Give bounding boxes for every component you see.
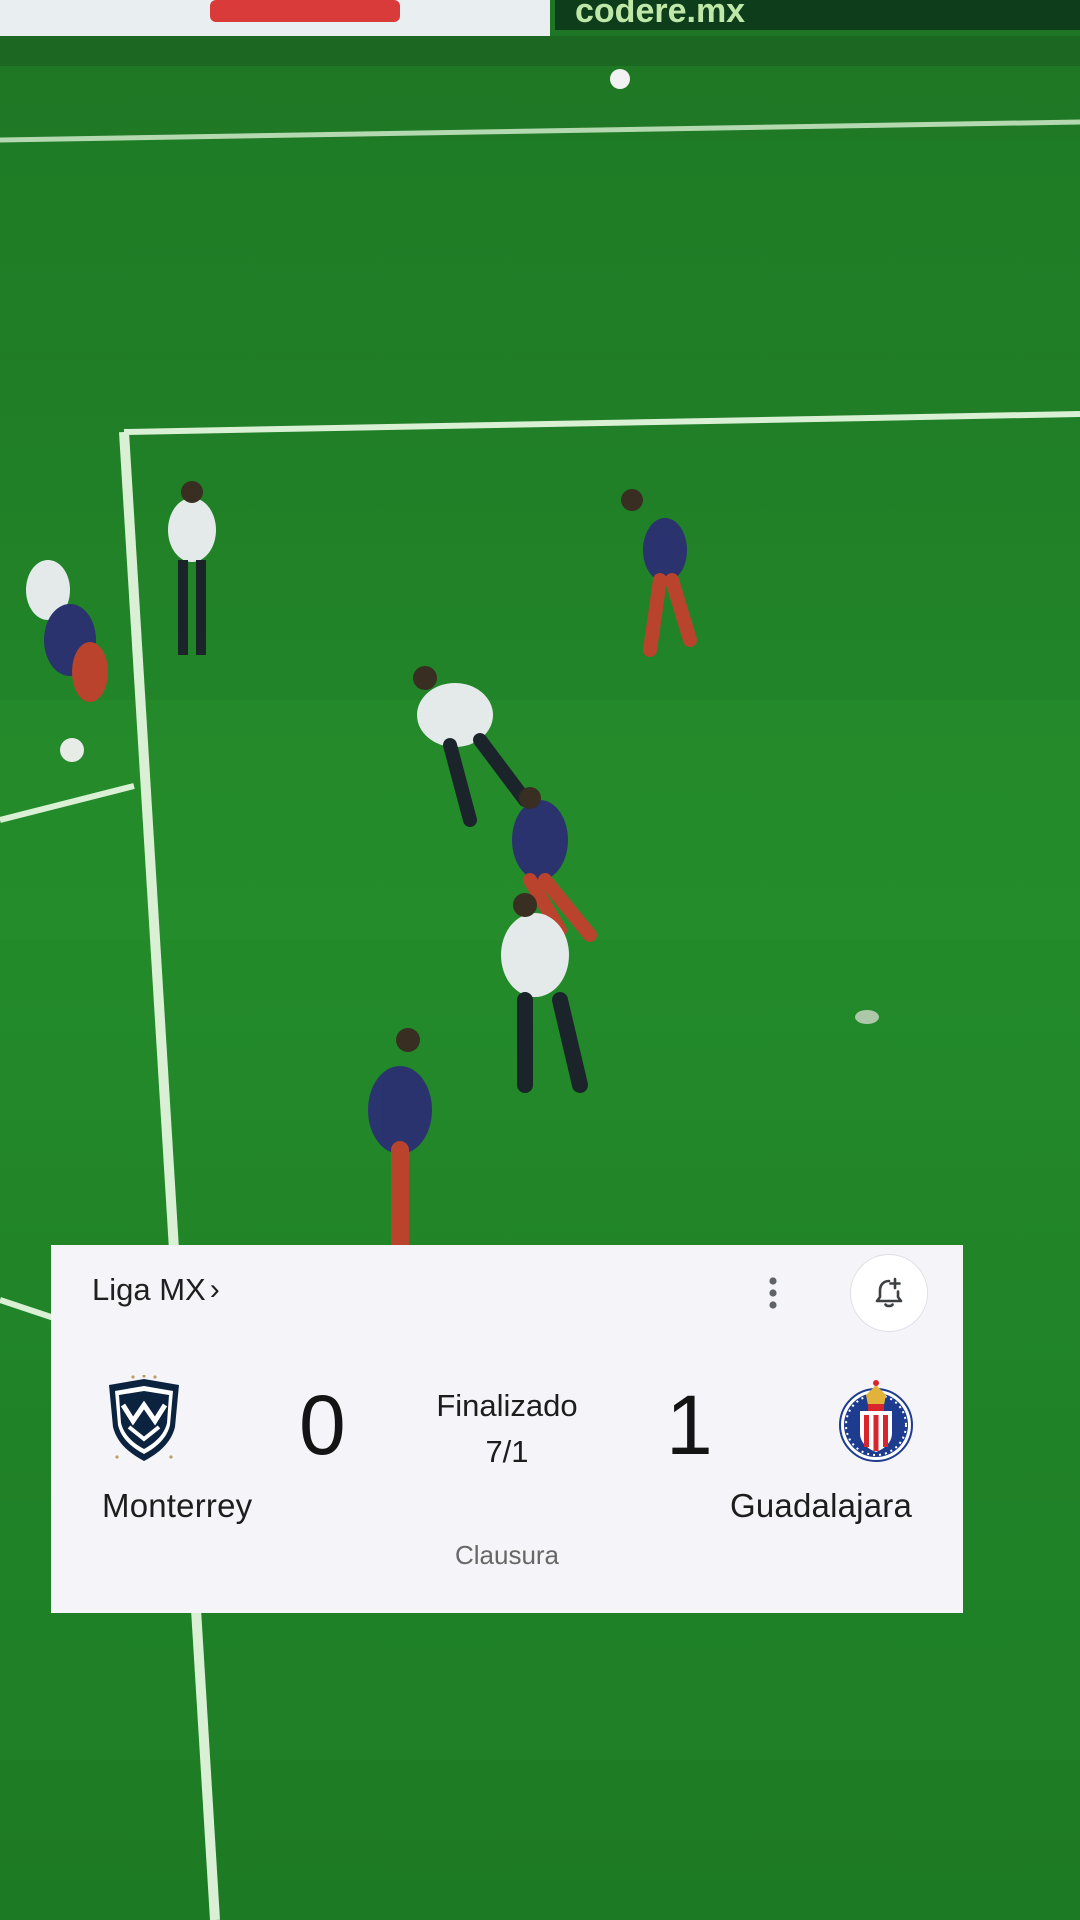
more-vert-icon: [769, 1277, 777, 1309]
video-background: codere.mx: [0, 0, 1080, 1920]
monterrey-crest-icon: [109, 1375, 179, 1461]
follow-alerts-button[interactable]: [850, 1254, 928, 1332]
match-score-card[interactable]: Liga MX › Monterrey 0 Finalizado 7/1 1 G…: [51, 1245, 963, 1613]
card-header: Liga MX ›: [51, 1245, 963, 1345]
home-team-name: Monterrey: [102, 1487, 253, 1524]
soccer-pitch-video-frame: codere.mx: [0, 0, 1080, 1920]
away-team-name: Guadalajara: [730, 1487, 912, 1524]
match-date: 7/1: [485, 1434, 529, 1469]
more-options-button[interactable]: [751, 1271, 795, 1315]
svg-text:codere.mx: codere.mx: [575, 0, 745, 30]
season-label: Clausura: [454, 1540, 560, 1570]
match-status-text: Finalizado: [436, 1388, 578, 1423]
bell-add-icon: [875, 1277, 903, 1308]
guadalajara-crest-icon: [839, 1380, 913, 1462]
home-score: 0: [299, 1378, 346, 1472]
match-status: Finalizado 7/1: [397, 1383, 617, 1475]
league-name: Liga MX: [92, 1272, 206, 1307]
league-link[interactable]: Liga MX ›: [92, 1272, 220, 1308]
away-score: 1: [666, 1378, 713, 1472]
chevron-right-icon: ›: [209, 1273, 220, 1306]
